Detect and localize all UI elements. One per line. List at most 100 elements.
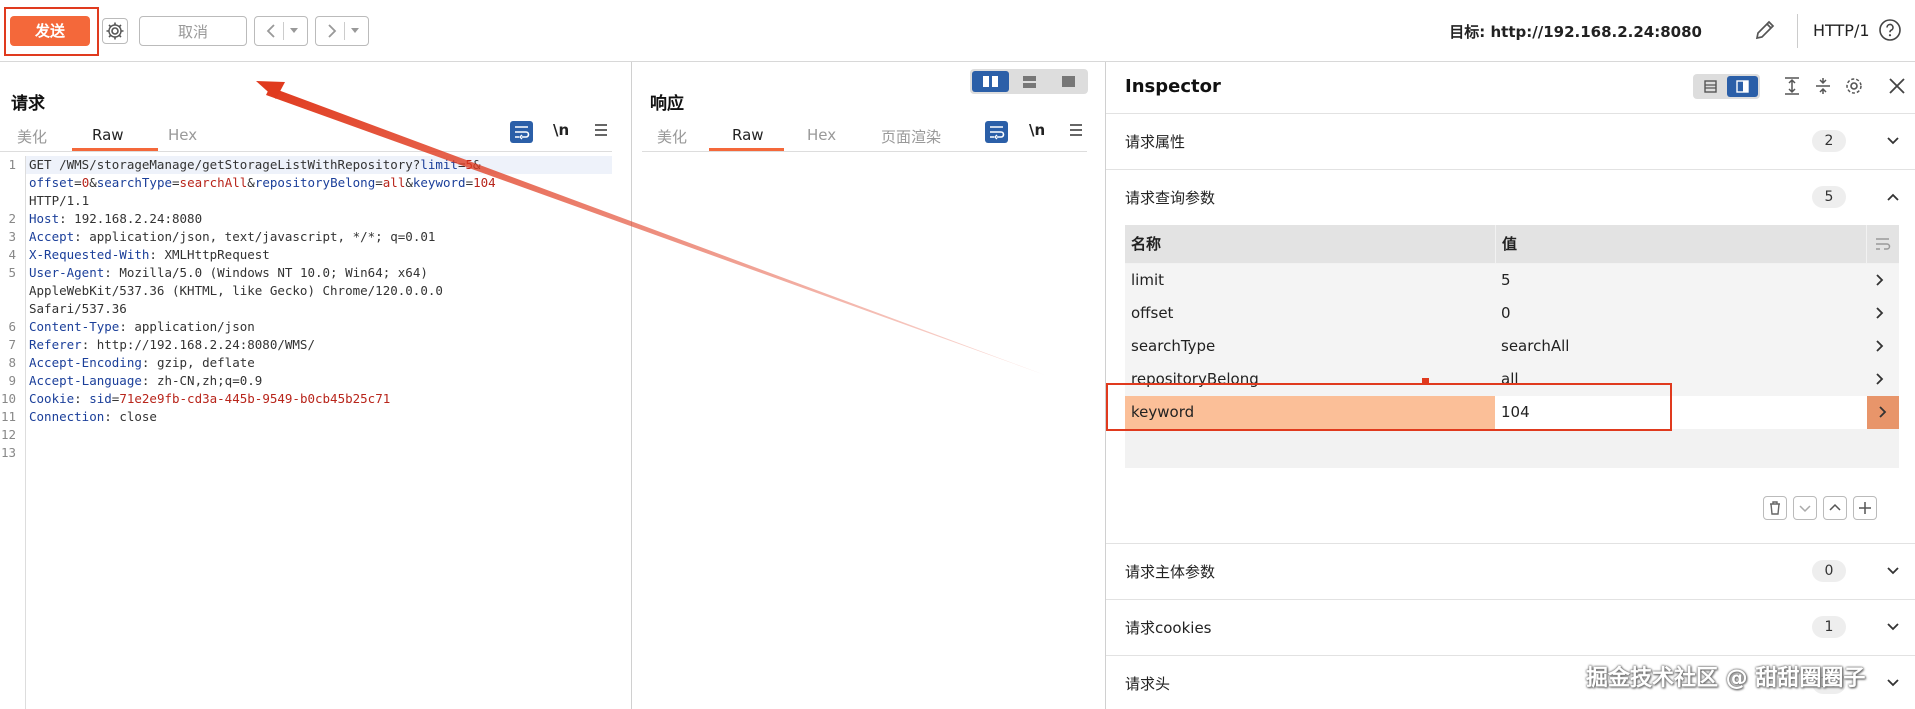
chevron-down-icon bbox=[1887, 679, 1899, 687]
request-newline-toggle[interactable]: \n bbox=[553, 121, 569, 139]
param-value: 5 bbox=[465, 157, 474, 172]
response-pane: 响应 bbox=[632, 62, 1106, 709]
response-tab-hex[interactable]: Hex bbox=[807, 126, 836, 144]
edit-target-button[interactable] bbox=[1752, 17, 1778, 43]
inspector-title: Inspector bbox=[1125, 76, 1221, 97]
request-tab-hex[interactable]: Hex bbox=[168, 126, 197, 144]
code-line: Content-Type: application/json bbox=[29, 319, 255, 334]
layout-stacked-button[interactable] bbox=[1011, 71, 1048, 92]
line-number: 13 bbox=[0, 445, 16, 460]
back-button[interactable] bbox=[254, 16, 308, 46]
inspector-close-button[interactable] bbox=[1887, 76, 1907, 100]
code-line: GET /WMS/storageManage/getStorageListWit… bbox=[29, 157, 481, 172]
http-version-label[interactable]: HTTP/1 bbox=[1813, 21, 1870, 40]
count-badge: 2 bbox=[1812, 130, 1846, 152]
collapse-all-button[interactable] bbox=[1813, 76, 1833, 100]
delete-param-button[interactable] bbox=[1763, 496, 1787, 520]
send-button[interactable]: 发送 bbox=[10, 16, 90, 46]
header-key: X-Requested-With bbox=[29, 247, 150, 262]
chevron-down-icon bbox=[1887, 567, 1899, 575]
section-label[interactable]: 请求查询参数 bbox=[1125, 187, 1215, 208]
response-wrap-toggle[interactable] bbox=[985, 121, 1008, 143]
wrap-lines-icon bbox=[1876, 238, 1891, 250]
response-menu-button[interactable] bbox=[1068, 122, 1084, 142]
dropdown-arrow-icon bbox=[350, 28, 359, 33]
toolbar: 发送 取消 目标: http://192.168.2.24:8080 HTTP/… bbox=[0, 0, 1915, 62]
header-key: Accept-Language bbox=[29, 373, 142, 388]
chevron-right-icon bbox=[1876, 274, 1884, 286]
line-number: 4 bbox=[8, 247, 16, 262]
help-button[interactable] bbox=[1877, 17, 1903, 43]
request-menu-button[interactable] bbox=[593, 122, 609, 142]
close-icon bbox=[1889, 78, 1905, 94]
param-key: searchType bbox=[96, 175, 173, 190]
param-name: offset bbox=[1131, 304, 1174, 322]
header-key: User-Agent bbox=[29, 265, 105, 280]
header-key: Connection bbox=[29, 409, 105, 424]
header-value: http://192.168.2.24:8080/WMS/ bbox=[89, 337, 315, 352]
menu-icon bbox=[1070, 124, 1082, 136]
column-header-value[interactable]: 值 bbox=[1496, 225, 1866, 263]
param-value: searchAll bbox=[179, 175, 248, 190]
param-row[interactable]: offset 0 bbox=[1125, 297, 1899, 331]
watermark: 掘金技术社区 @ 甜甜圈圈子 bbox=[1586, 666, 1866, 691]
chevron-down-icon bbox=[1799, 505, 1811, 513]
section-label: 请求主体参数 bbox=[1125, 563, 1216, 581]
chevron-up-icon bbox=[1829, 503, 1841, 511]
section-body-params[interactable]: 请求主体参数 0 bbox=[1106, 544, 1915, 600]
inspector-layout-toggle bbox=[1693, 74, 1760, 99]
response-newline-toggle[interactable]: \n bbox=[1029, 121, 1045, 139]
header-value: Mozilla/5.0 (Windows NT 10.0; Win64; x64… bbox=[111, 265, 428, 280]
wrap-lines-icon bbox=[990, 126, 1005, 140]
response-tab-pretty[interactable]: 美化 bbox=[657, 126, 687, 147]
inspector-layout-side-button[interactable] bbox=[1727, 76, 1758, 97]
code-line: Accept: application/json, text/javascrip… bbox=[29, 229, 436, 244]
menu-icon bbox=[595, 124, 607, 136]
request-tab-raw[interactable]: Raw bbox=[92, 126, 124, 144]
code-line: Referer: http://192.168.2.24:8080/WMS/ bbox=[29, 337, 315, 352]
inspector-settings-button[interactable] bbox=[1843, 75, 1865, 101]
response-tab-raw[interactable]: Raw bbox=[732, 126, 764, 144]
forward-button[interactable] bbox=[315, 16, 369, 46]
layout-side-by-side-button[interactable] bbox=[972, 71, 1009, 92]
add-param-button[interactable] bbox=[1853, 496, 1877, 520]
line-number: 2 bbox=[8, 211, 16, 226]
request-tab-pretty[interactable]: 美化 bbox=[17, 126, 47, 147]
response-title: 响应 bbox=[650, 94, 684, 114]
inspector-layout-list-button[interactable] bbox=[1695, 76, 1726, 97]
param-row[interactable]: searchType searchAll bbox=[1125, 330, 1899, 364]
code-line: Accept-Language: zh-CN,zh;q=0.9 bbox=[29, 373, 263, 388]
param-row[interactable]: limit 5 bbox=[1125, 264, 1899, 298]
sidebar-icon bbox=[1736, 80, 1749, 93]
code-line: Safari/537.36 bbox=[29, 301, 127, 316]
chevron-right-icon bbox=[1876, 340, 1884, 352]
request-wrap-toggle[interactable] bbox=[510, 121, 533, 143]
chevron-up-icon[interactable] bbox=[1886, 190, 1900, 204]
param-value: 104 bbox=[473, 175, 496, 190]
chevron-down-icon bbox=[1887, 623, 1899, 631]
line-number: 6 bbox=[8, 319, 16, 334]
column-header-name[interactable]: 名称 bbox=[1125, 225, 1495, 263]
keyword-highlight-box bbox=[1106, 383, 1672, 431]
layout-tabs-button[interactable] bbox=[1050, 71, 1087, 92]
gear-icon bbox=[106, 22, 124, 40]
chevron-right-icon bbox=[1876, 373, 1884, 385]
line-number: 1 bbox=[8, 157, 16, 172]
section-cookies[interactable]: 请求cookies 1 bbox=[1106, 600, 1915, 656]
move-up-button[interactable] bbox=[1823, 496, 1847, 520]
row-expand-cell[interactable] bbox=[1867, 396, 1899, 429]
code-line: Cookie: sid=71e2e9fb-cd3a-445b-9549-b0cb… bbox=[29, 391, 391, 406]
columns-icon bbox=[983, 76, 998, 87]
pencil-icon bbox=[1755, 20, 1775, 40]
header-value: 192.168.2.24:8080 bbox=[66, 211, 203, 226]
move-down-button[interactable] bbox=[1793, 496, 1817, 520]
param-value: all bbox=[382, 175, 406, 190]
expand-all-button[interactable] bbox=[1782, 76, 1802, 100]
settings-button[interactable] bbox=[102, 18, 128, 44]
expand-icon bbox=[1785, 77, 1799, 95]
section-request-attributes[interactable]: 请求属性 2 bbox=[1106, 113, 1915, 170]
cancel-button[interactable]: 取消 bbox=[139, 16, 247, 46]
response-tab-render[interactable]: 页面渲染 bbox=[881, 126, 941, 147]
param-key: offset bbox=[29, 175, 75, 190]
column-header-wrap[interactable] bbox=[1867, 225, 1899, 263]
